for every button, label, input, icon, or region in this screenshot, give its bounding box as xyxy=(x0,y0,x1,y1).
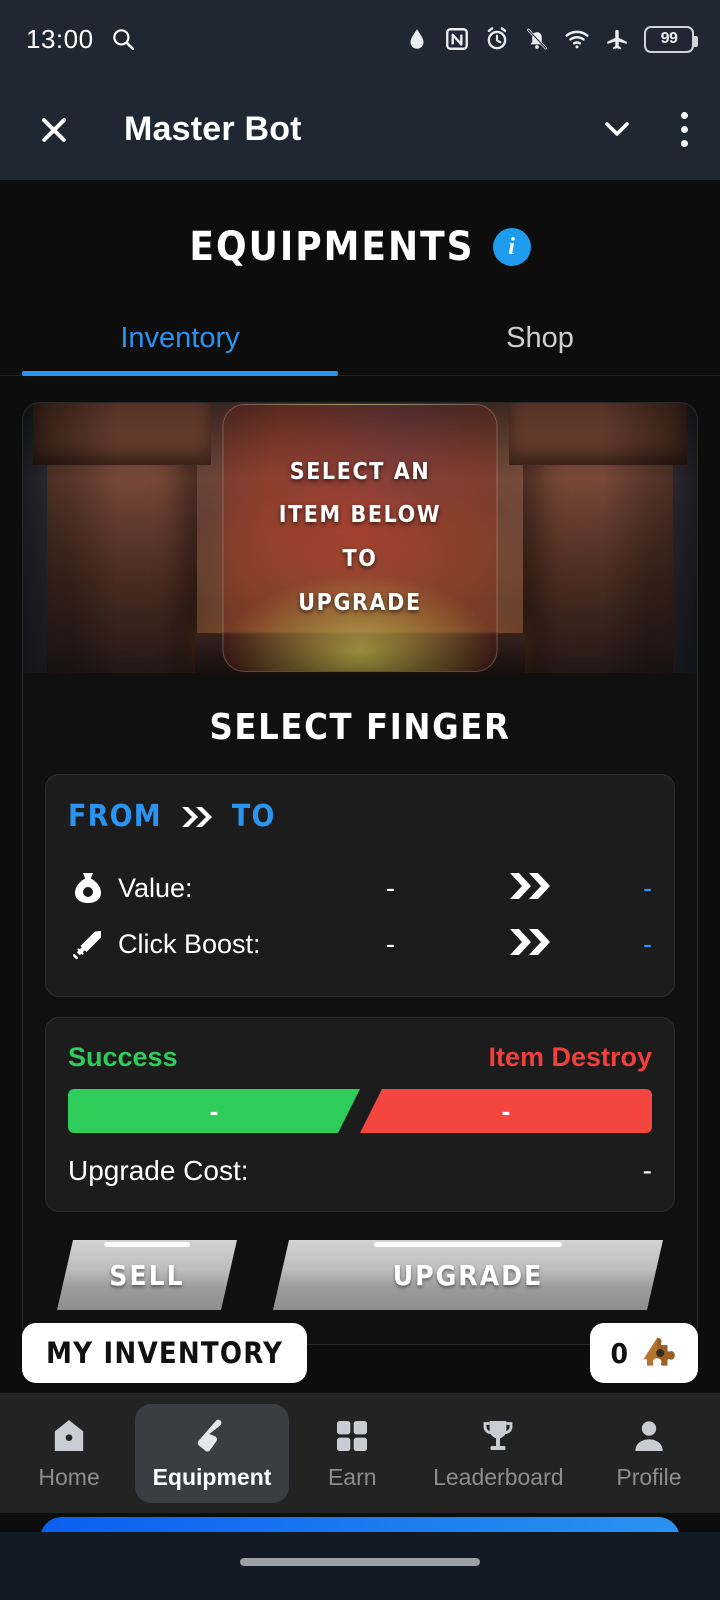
currency-count: 0 xyxy=(610,1336,628,1370)
nav-label-equipment: Equipment xyxy=(152,1463,272,1490)
app-bar: Master Bot xyxy=(0,78,720,180)
stat-arrow-click-boost-icon xyxy=(508,926,554,963)
inventory-header: MY INVENTORY 0 xyxy=(22,1323,698,1383)
page-body: EQUIPMENTS i Inventory Shop SELECT AN IT… xyxy=(0,180,720,1600)
stat-to-value: - xyxy=(643,872,652,903)
app-bar-actions xyxy=(600,111,688,147)
to-label: TO xyxy=(231,799,276,834)
risk-bar: - - xyxy=(68,1089,652,1133)
nav-item-leaderboard[interactable]: Leaderboard xyxy=(415,1404,581,1503)
selected-item-heading: SELECT FINGER xyxy=(209,707,511,748)
destroy-label: Item Destroy xyxy=(488,1042,652,1072)
battery-level: 99 xyxy=(660,30,678,47)
tab-inventory[interactable]: Inventory xyxy=(0,308,360,376)
stat-to-click-boost: - xyxy=(643,928,652,959)
from-label: FROM xyxy=(68,799,162,834)
stat-arrow-value-icon xyxy=(508,870,554,907)
nav-label-profile: Profile xyxy=(616,1463,682,1490)
from-to-header: FROM TO xyxy=(68,799,652,834)
prompt-line-2: ITEM BELOW xyxy=(278,502,442,529)
stats-panel: FROM TO Value: - - Click Boost: - - xyxy=(45,774,675,997)
info-icon[interactable]: i xyxy=(492,228,531,266)
prompt-line-1: SELECT AN xyxy=(289,458,431,485)
success-bar-segment: - xyxy=(68,1089,360,1133)
grid-squares-icon xyxy=(332,1416,372,1456)
battery-icon: 99 xyxy=(644,25,698,53)
stat-row-click-boost-inner: Click Boost: - - xyxy=(108,916,652,972)
app-title: Master Bot xyxy=(124,109,302,148)
water-drop-icon xyxy=(404,26,430,52)
prompt-line-4: UPGRADE xyxy=(298,589,422,616)
clock: 13:00 xyxy=(26,23,94,54)
kebab-menu-icon[interactable] xyxy=(680,111,688,147)
stat-row-click-boost: Click Boost: - - xyxy=(68,916,652,972)
status-bar: 13:00 99 xyxy=(0,0,720,78)
stat-row-value-inner: Value: - - xyxy=(108,860,652,916)
alarm-icon xyxy=(484,26,510,52)
pointing-hand-icon xyxy=(192,1416,232,1456)
bottom-navigation: Home Equipment Earn Leaderboard Profile xyxy=(0,1393,720,1513)
risk-panel: Success Item Destroy - - Upgrade Cost: - xyxy=(45,1017,675,1212)
upgrade-cost-row: Upgrade Cost: - xyxy=(68,1155,652,1187)
money-bag-icon xyxy=(68,871,108,905)
search-icon[interactable] xyxy=(110,26,136,52)
destroy-bar-segment: - xyxy=(360,1089,652,1133)
nfc-icon xyxy=(444,26,470,52)
close-icon[interactable] xyxy=(32,107,76,151)
wifi-icon xyxy=(564,26,590,52)
risk-labels: Success Item Destroy xyxy=(68,1042,652,1073)
status-bar-left: 13:00 xyxy=(26,24,136,55)
stat-name-click-boost: Click Boost: xyxy=(118,928,261,959)
stat-name-value: Value: xyxy=(118,872,193,903)
nav-item-profile[interactable]: Profile xyxy=(598,1404,699,1503)
sell-button-label: SELL xyxy=(109,1258,185,1292)
status-bar-right: 99 xyxy=(404,25,698,53)
sword-icon xyxy=(68,928,108,960)
tab-shop[interactable]: Shop xyxy=(360,308,720,375)
stat-from-click-boost: - xyxy=(386,928,395,959)
prompt-line-3: TO xyxy=(342,546,378,572)
my-inventory-label[interactable]: MY INVENTORY xyxy=(22,1323,308,1383)
nav-label-home: Home xyxy=(38,1463,100,1490)
app-screen: 13:00 99 Master Bot EQUIPMENTS i Invento… xyxy=(0,0,720,1600)
success-label: Success xyxy=(68,1042,178,1072)
puzzle-piece-icon xyxy=(640,1334,678,1372)
page-title: EQUIPMENTS xyxy=(189,224,475,270)
nav-item-home[interactable]: Home xyxy=(20,1404,117,1503)
notifications-muted-icon xyxy=(524,26,550,52)
upgrade-button-label: UPGRADE xyxy=(392,1258,544,1292)
upgrade-cost-value: - xyxy=(642,1155,652,1186)
nav-item-earn[interactable]: Earn xyxy=(306,1404,398,1503)
nav-label-leaderboard: Leaderboard xyxy=(433,1463,564,1490)
inventory-header-row: MY INVENTORY 0 xyxy=(22,1323,698,1383)
currency-counter[interactable]: 0 xyxy=(590,1323,698,1383)
chevron-down-icon[interactable] xyxy=(600,112,634,146)
stat-from-value: - xyxy=(386,872,395,903)
home-icon xyxy=(49,1416,89,1456)
forge-banner: SELECT AN ITEM BELOW TO UPGRADE xyxy=(23,403,697,673)
nav-item-equipment[interactable]: Equipment xyxy=(134,1403,290,1503)
upgrade-card: SELECT AN ITEM BELOW TO UPGRADE SELECT F… xyxy=(22,402,698,1345)
person-icon xyxy=(629,1416,669,1456)
tab-bar: Inventory Shop xyxy=(0,308,720,376)
upgrade-prompt-panel: SELECT AN ITEM BELOW TO UPGRADE xyxy=(222,404,498,672)
upgrade-button[interactable]: UPGRADE xyxy=(273,1240,663,1310)
double-chevron-right-icon xyxy=(180,804,214,830)
system-gesture-area xyxy=(0,1532,720,1600)
gesture-handle[interactable] xyxy=(240,1558,480,1566)
trophy-icon xyxy=(478,1416,518,1456)
page-header: EQUIPMENTS i xyxy=(0,180,720,270)
upgrade-cost-label: Upgrade Cost: xyxy=(68,1155,249,1186)
nav-label-earn: Earn xyxy=(327,1463,377,1490)
stat-row-value: Value: - - xyxy=(68,860,652,916)
sell-button[interactable]: SELL xyxy=(57,1240,237,1310)
airplane-mode-icon xyxy=(604,26,630,52)
